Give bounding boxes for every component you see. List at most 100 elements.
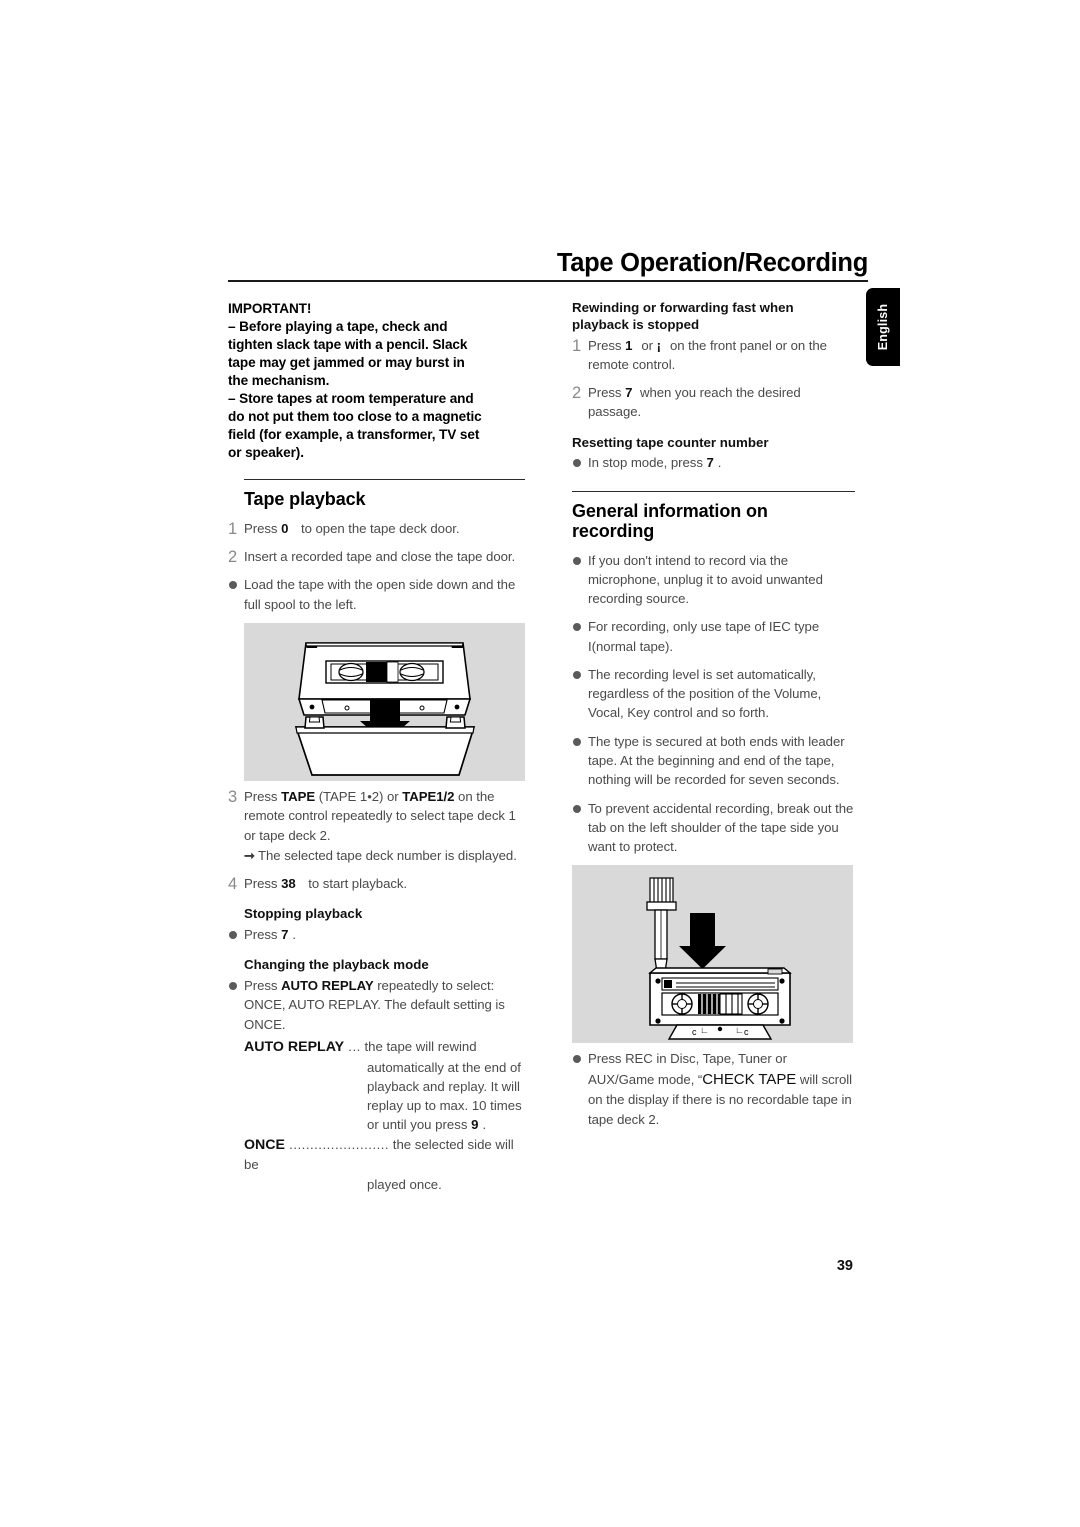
- mode-text-seg-1: AUTO REPLAY: [281, 978, 374, 994]
- key-glyph-open: 0: [281, 520, 289, 536]
- cassette-loading-figure: [244, 623, 525, 782]
- key-glyph-forward: ¡: [656, 337, 661, 353]
- key-glyph-stop: 7: [281, 927, 289, 943]
- list-item: In stop mode, press 7.: [572, 453, 855, 472]
- definition-rest: played once.: [367, 1176, 442, 1192]
- step-text-pre: Press: [588, 337, 626, 353]
- rewind-title-line1: Rewinding or forwarding fast when: [572, 300, 794, 315]
- important-line-1: tighten slack tape with a pencil. Slack: [228, 336, 468, 352]
- page-header: Tape Operation/Recording: [228, 250, 868, 282]
- tape-playback-title: Tape playback: [244, 489, 366, 510]
- step-text: Load the tape with the open side down an…: [244, 577, 516, 612]
- reset-counter-title: Resetting tape counter number: [572, 434, 769, 450]
- mode-text-seg-0: Press: [244, 978, 282, 994]
- list-item: The recording level is set automatically…: [572, 665, 855, 723]
- list-item: Load the tape with the open side down an…: [228, 575, 525, 614]
- left-column: IMPORTANT! – Before playing a tape, chec…: [228, 300, 525, 1194]
- list-item: If you don't intend to record via the mi…: [572, 551, 855, 609]
- bullet-icon: [573, 556, 581, 565]
- important-line-4: – Store tapes at room temperature and: [228, 390, 474, 406]
- list-item: 2 Insert a recorded tape and close the t…: [228, 547, 525, 566]
- definition-auto-replay: AUTO REPLAY ... the tape will rewind: [244, 1037, 525, 1058]
- bullet-icon: [229, 931, 237, 940]
- bullet-icon: [229, 982, 237, 991]
- header-divider: [228, 279, 868, 282]
- general-info-divider: [572, 490, 855, 492]
- list-item: To prevent accidental recording, break o…: [572, 799, 855, 857]
- step-text-mid: or: [641, 337, 657, 353]
- step-text-pre: Press: [588, 385, 626, 401]
- definition-term: AUTO REPLAY: [244, 1038, 345, 1055]
- right-column: Rewinding or forwarding fast when playba…: [558, 300, 855, 1138]
- list-item: 4 Press 38 to start playback.: [228, 874, 525, 893]
- page-title: Tape Operation/Recording: [556, 249, 868, 277]
- arrow-note-text: The selected tape deck number is display…: [258, 847, 517, 863]
- bullet-icon: [573, 737, 581, 746]
- step-text-post: to open the tape deck door.: [297, 520, 460, 536]
- step-text-seg-3: TAPE1/2: [402, 789, 455, 805]
- definition-auto-replay-rest: automatically at the end of playback and…: [244, 1058, 525, 1135]
- bullet-icon: [229, 581, 237, 590]
- definition-rest: automatically at the end of playback and…: [367, 1059, 522, 1133]
- list-item: Press AUTO REPLAY repeatedly to select: …: [228, 976, 525, 1034]
- important-line-6: field (for example, a transformer, TV se…: [228, 426, 480, 442]
- bullet-text: If you don't intend to record via the mi…: [588, 552, 823, 607]
- bullet-text: The type is secured at both ends with le…: [588, 733, 845, 788]
- step-text-post: to start playback.: [304, 876, 408, 892]
- language-tab: English: [866, 288, 900, 366]
- definition-once-rest: played once.: [244, 1175, 525, 1194]
- definition-term: ONCE: [244, 1136, 285, 1153]
- svg-text:c: c: [744, 1027, 749, 1037]
- key-glyph-stop: 7: [706, 455, 714, 471]
- final-bullet-emphasis: CHECK TAPE: [702, 1070, 797, 1088]
- svg-text:c: c: [692, 1027, 697, 1037]
- step-marker: 3: [228, 788, 238, 807]
- step-text: Insert a recorded tape and close the tap…: [244, 549, 516, 565]
- list-item: Press 7.: [228, 925, 525, 944]
- svg-text:∟: ∟: [735, 1025, 744, 1035]
- definition-first-line: the tape will rewind: [364, 1038, 477, 1054]
- bullet-text: The recording level is set automatically…: [588, 666, 822, 721]
- step-marker: 2: [228, 548, 238, 567]
- list-item: For recording, only use tape of IEC type…: [572, 617, 855, 656]
- important-line-7: or speaker).: [228, 444, 304, 460]
- stopping-text-pre: Press: [244, 927, 282, 943]
- general-info-title-line1: General information on: [572, 500, 768, 521]
- definition-tail: .: [482, 1117, 487, 1133]
- rewind-section-title: Rewinding or forwarding fast when playba…: [572, 300, 855, 334]
- key-glyph-pause: 9: [471, 1117, 479, 1133]
- important-heading: IMPORTANT!: [228, 301, 312, 316]
- bullet-icon: [573, 804, 581, 813]
- important-line-0: – Before playing a tape, check and: [228, 318, 448, 334]
- key-glyph-play: 38: [281, 876, 296, 892]
- break-out-tab-figure: c ∟ ∟ c: [572, 865, 853, 1044]
- list-item: Press REC in Disc, Tape, Tuner or AUX/Ga…: [572, 1049, 855, 1129]
- important-line-5: do not put them too close to a magnetic: [228, 408, 482, 424]
- definition-once: ONCE ........................ the select…: [244, 1135, 525, 1175]
- bullet-icon: [573, 670, 581, 679]
- list-item: The type is secured at both ends with le…: [572, 732, 855, 790]
- step-text-pre: Press: [244, 876, 282, 892]
- general-info-title-line2: recording: [572, 521, 655, 542]
- bullet-text: For recording, only use tape of IEC type…: [588, 619, 820, 654]
- step-text-seg-0: Press: [244, 789, 282, 805]
- step-marker: 2: [572, 384, 582, 403]
- bullet-icon: [573, 1055, 581, 1064]
- important-notice: IMPORTANT! – Before playing a tape, chec…: [228, 300, 525, 461]
- svg-text:∟: ∟: [700, 1025, 709, 1035]
- cassette-loading-illustration: [294, 642, 476, 776]
- general-info-title: General information on recording: [572, 501, 855, 542]
- bullet-text: To prevent accidental recording, break o…: [588, 800, 854, 855]
- page-number: 39: [836, 1258, 853, 1274]
- manual-page: Tape Operation/Recording English IMPORTA…: [0, 0, 1080, 1527]
- important-line-3: the mechanism.: [228, 372, 330, 388]
- tape-playback-divider: [244, 479, 525, 481]
- definition-dots: ........................: [285, 1136, 390, 1152]
- reset-text-pre: In stop mode, press: [588, 455, 707, 471]
- stopping-playback-title: Stopping playback: [244, 906, 363, 922]
- list-item: 1 Press 0 to open the tape deck door.: [228, 519, 525, 538]
- list-item: 2 Press 7 when you reach the desired pas…: [572, 383, 855, 422]
- bullet-icon: [573, 459, 581, 468]
- language-tab-label: English: [876, 303, 890, 351]
- step-marker: 1: [572, 336, 582, 355]
